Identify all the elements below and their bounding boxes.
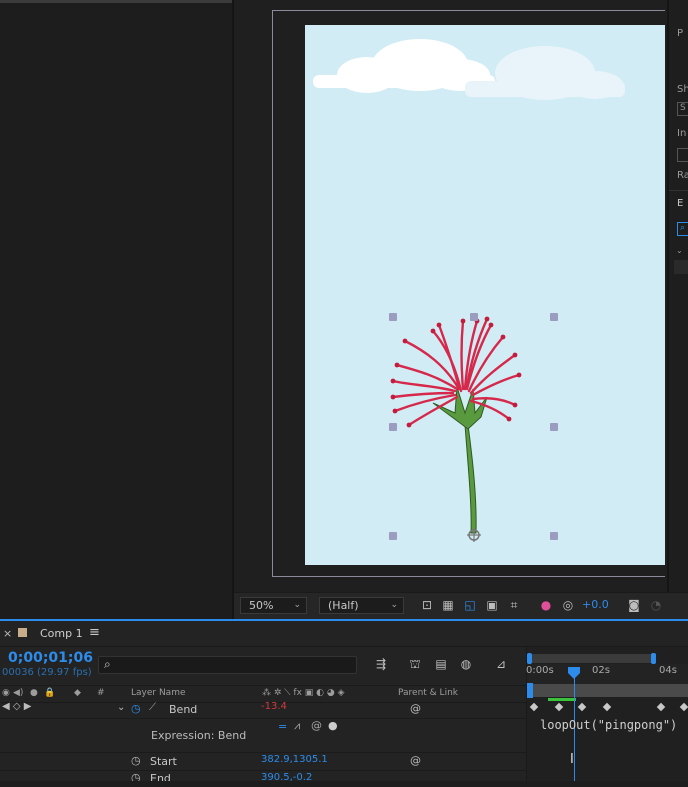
panel-menu-icon[interactable]: ≡ [89,625,100,640]
comp-color-swatch [18,628,27,637]
comp-mini-flowchart-icon[interactable]: ⇶ [373,657,389,673]
layer-number-header: # [97,688,105,698]
audio-icon[interactable]: ◀) [13,688,23,698]
transparency-grid-icon[interactable]: ▦ [441,598,455,612]
panel-label: P [677,28,684,39]
label-tag-icon[interactable]: ◆ [74,688,81,698]
stopwatch-icon[interactable]: ◷ [131,754,141,767]
expression-label: Expression: Bend [151,729,247,742]
resolution-value: (Half) [328,599,359,612]
transform-handle-ml[interactable] [389,423,397,431]
zoom-value: 50% [249,599,274,612]
expression-language-menu-icon[interactable]: ● [328,719,338,732]
property-value[interactable]: -13.4 [261,701,287,712]
lock-icon[interactable]: 🔒 [44,688,55,698]
mask-path-icon[interactable]: ◱ [463,598,477,612]
property-row-start[interactable]: ◷ Start 382.9,1305.1 @ [0,753,526,771]
panel-checkbox[interactable] [677,148,688,162]
property-row-bend[interactable]: ◀ ◇ ▶ ⌄ ◷ ⟋ Bend -13.4 @ [0,701,526,719]
draft-3d-icon[interactable]: ⛫ [407,657,423,673]
transform-handle-mr[interactable] [550,423,558,431]
graph-editor-icon[interactable]: ⊿ [493,657,509,673]
frame-info: 00036 (29.97 fps) [2,667,92,678]
chevron-down-icon: ⌄ [390,600,398,610]
properties-panel: P Sh S In Ra E ⌕ ⌄ [667,0,688,620]
text-cursor-icon: I [570,752,574,767]
exposure-value[interactable]: +0.0 [582,598,609,611]
anchor-point-icon [467,528,481,542]
panel-label: Ra [677,170,688,181]
flower-stem [464,424,477,534]
tab-comp-1[interactable]: Comp 1 [40,627,83,640]
resolution-dropdown[interactable]: (Half) ⌄ [319,597,404,614]
grid-guides-icon[interactable]: ⌗ [507,598,521,612]
transform-handle-tl[interactable] [389,313,397,321]
chevron-down-icon: ⌄ [293,600,301,610]
pick-whip-icon[interactable]: @ [410,702,421,715]
keyframe-nav-icon[interactable]: ◀ ◇ ▶ [2,701,31,712]
panel-label: Sh [677,84,688,95]
close-icon[interactable]: × [3,627,12,640]
expression-graph-icon[interactable]: ⩘ [294,719,300,733]
pick-whip-icon[interactable]: @ [410,754,421,767]
ruler-label: 04s [659,665,677,676]
stopwatch-icon[interactable]: ◷ [131,702,141,715]
camera-icon[interactable]: ◙ [627,598,641,612]
panel-field[interactable]: S [677,102,688,116]
project-panel [0,0,232,620]
time-navigator[interactable] [529,654,654,663]
video-switch-icon[interactable]: ◉ [2,688,10,698]
search-icon: ⌕ [104,657,111,671]
graph-icon[interactable]: ⟋ [149,702,156,713]
expression-enable-icon[interactable]: = [278,720,287,733]
chevron-down-icon[interactable]: ⌄ [117,702,125,713]
work-area-start[interactable] [527,683,533,698]
transform-handle-bl[interactable] [389,532,397,540]
switches-icon[interactable]: ⁂ ✲ ⟍ fx ▣ ◐ ◕ ◈ [262,688,345,698]
work-area-bar[interactable] [529,684,688,697]
solo-icon[interactable]: ● [30,688,38,698]
expression-pickwhip-icon[interactable]: @ [311,719,322,732]
layer-name-header[interactable]: Layer Name [131,688,186,698]
fast-preview-icon[interactable]: ⊡ [420,598,434,612]
region-of-interest-icon[interactable]: ▣ [485,598,499,612]
color-management-icon[interactable]: ◎ [561,598,575,612]
panel-label: In [677,128,687,139]
timeline-tab-bar [0,621,688,647]
status-bar [0,781,688,787]
property-value[interactable]: 382.9,1305.1 [261,754,328,765]
property-name: Start [150,755,177,768]
channel-icon[interactable]: ● [539,598,553,612]
property-name: Bend [169,703,198,716]
ruler-label: 0:00s [526,665,554,676]
viewer-toolbar: 50% ⌄ (Half) ⌄ ⊡ ▦ ◱ ▣ ⌗ ● ◎ +0.0 ◙ ◔ [234,592,688,620]
parent-link-header[interactable]: Parent & Link [398,688,458,698]
chevron-down-icon[interactable]: ⌄ [676,246,683,255]
panel-tab[interactable]: E [677,198,683,209]
composition-canvas[interactable] [305,25,665,565]
transform-handle-tc[interactable] [470,313,478,321]
property-row-expression[interactable]: = ⩘ @ ● Expression: Bend [0,719,526,753]
show-snapshot-icon[interactable]: ◔ [649,598,663,612]
frame-blending-icon[interactable]: ▤ [433,657,449,673]
cached-frames-indicator [548,698,576,701]
motion-blur-icon[interactable]: ◍ [458,657,474,673]
time-navigator-start[interactable] [527,653,532,664]
current-time-display[interactable]: 0;00;01;06 [8,650,93,666]
ruler-label: 02s [592,665,610,676]
time-navigator-end[interactable] [651,653,656,664]
scene-artwork [313,39,625,542]
transform-handle-br[interactable] [550,532,558,540]
search-icon[interactable]: ⌕ [677,222,688,236]
transform-handle-tr[interactable] [550,313,558,321]
timeline-search-input[interactable] [98,656,357,674]
expression-text-field[interactable]: loopOut("pingpong") [540,718,677,732]
current-time-indicator[interactable] [568,667,580,679]
zoom-dropdown[interactable]: 50% ⌄ [240,597,307,614]
